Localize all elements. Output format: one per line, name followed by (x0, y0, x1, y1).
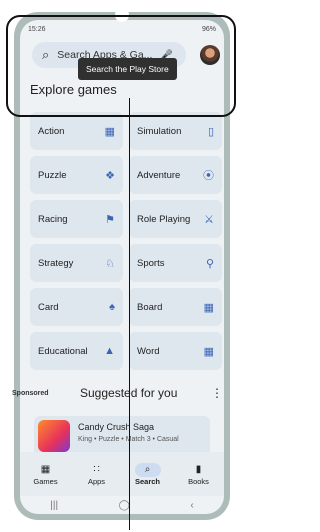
category-label: Card (38, 301, 59, 313)
category-racing[interactable]: Racing ⚑ (30, 200, 123, 238)
sponsored-label: Sponsored (12, 390, 49, 397)
category-card[interactable]: Card ♠ (30, 288, 123, 326)
category-label: Educational (38, 345, 88, 357)
sports-icon: ⚲ (205, 257, 214, 270)
category-label: Racing (38, 213, 68, 225)
category-adventure[interactable]: Adventure ⦿ (129, 156, 222, 194)
highlight-box (6, 15, 236, 117)
back-icon[interactable]: ‹ (190, 500, 193, 511)
word-tiles-icon: ▦ (203, 345, 214, 358)
nav-label: Search (134, 476, 161, 486)
category-label: Action (38, 125, 65, 137)
bottom-navigation: ▦ Games ∷ Apps ⌕ Search ▮ Books (20, 452, 224, 496)
category-puzzle[interactable]: Puzzle ❖ (30, 156, 123, 194)
category-simulation[interactable]: Simulation ▯ (129, 112, 222, 150)
category-label: Strategy (38, 257, 74, 269)
candy-crush-app-icon (38, 420, 70, 452)
category-label: Puzzle (38, 169, 67, 181)
category-word[interactable]: Word ▦ (129, 332, 222, 370)
graduation-cap-icon: ▲ (104, 345, 115, 357)
category-label: Sports (137, 257, 165, 269)
search-icon: ⌕ (134, 462, 161, 477)
cards-icon: ♠ (109, 301, 115, 313)
pointer-line (129, 98, 130, 530)
category-sports[interactable]: Sports ⚲ (129, 244, 222, 282)
swords-icon: ⚔ (204, 213, 214, 226)
flag-icon: ⚑ (105, 213, 115, 226)
category-board[interactable]: Board ▦ (129, 288, 222, 326)
more-options-icon[interactable]: ⋮ (211, 386, 223, 400)
nav-apps[interactable]: ∷ Apps (75, 463, 119, 486)
category-label: Simulation (137, 125, 182, 137)
strategy-icon: ♘ (105, 257, 115, 270)
app-name: Candy Crush Saga (78, 422, 155, 432)
apps-grid-icon: ∷ (93, 463, 100, 475)
category-label: Board (137, 301, 163, 313)
vr-icon: ▯ (207, 125, 214, 138)
nav-games[interactable]: ▦ Games (24, 463, 68, 486)
category-label: Adventure (137, 169, 181, 181)
system-navigation: ||| ◯ ‹ (20, 496, 224, 514)
category-label: Role Playing (137, 213, 191, 225)
board-icon: ▦ (203, 301, 214, 314)
bookmark-icon: ▮ (195, 463, 202, 475)
category-role-playing[interactable]: Role Playing ⚔ (129, 200, 222, 238)
app-card[interactable]: Candy Crush Saga King • Puzzle • Match 3… (34, 416, 210, 456)
compass-icon: ⦿ (203, 170, 214, 182)
nav-label: Games (33, 476, 58, 486)
nav-label: Books (188, 476, 209, 486)
category-action[interactable]: Action ▦ (30, 112, 123, 150)
gamepad-icon: ▦ (40, 463, 51, 475)
category-strategy[interactable]: Strategy ♘ (30, 244, 123, 282)
puzzle-icon: ❖ (105, 169, 115, 182)
recents-icon[interactable]: ||| (50, 500, 58, 511)
nav-search[interactable]: ⌕ Search (126, 462, 170, 486)
category-educational[interactable]: Educational ▲ (30, 332, 123, 370)
nav-books[interactable]: ▮ Books (177, 463, 221, 486)
nav-label: Apps (87, 476, 106, 486)
gamepad-icon: ▦ (104, 125, 115, 138)
category-label: Word (137, 345, 160, 357)
